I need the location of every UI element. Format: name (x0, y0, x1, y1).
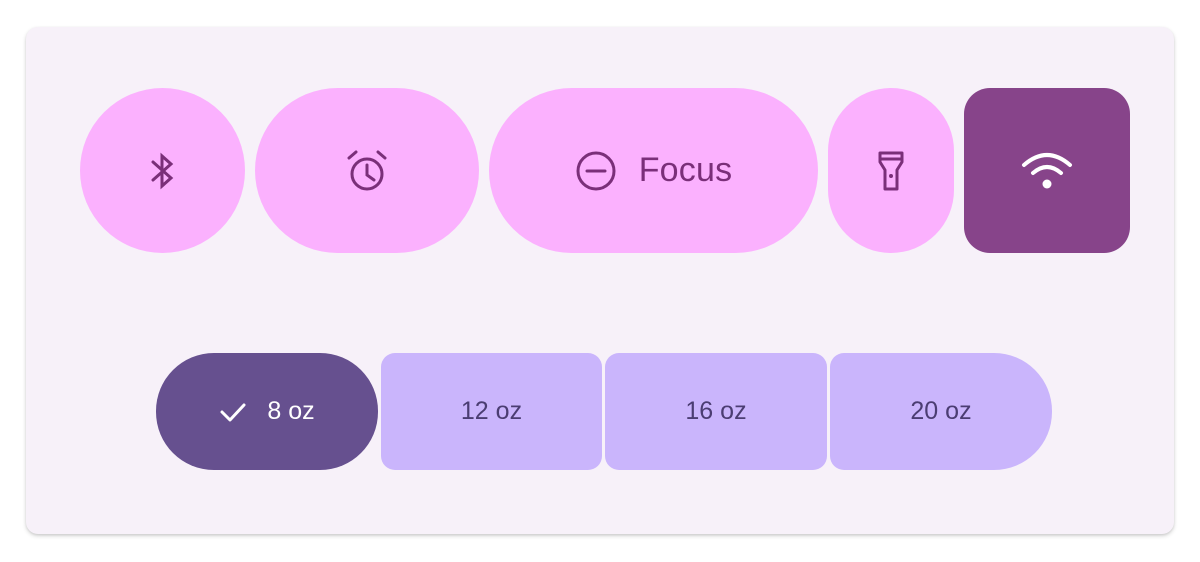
size-option-label: 12 oz (460, 397, 523, 425)
check-icon (219, 401, 247, 423)
flashlight-icon (876, 150, 906, 192)
size-option-label: 20 oz (910, 397, 972, 425)
size-option-label: 16 oz (685, 397, 747, 425)
size-option-12oz[interactable]: 12 oz (381, 353, 602, 470)
flashlight-toggle-button[interactable] (828, 88, 954, 253)
focus-label: Focus (638, 151, 733, 189)
do-not-disturb-icon (575, 150, 617, 192)
bluetooth-toggle-button[interactable] (80, 88, 245, 253)
alarm-icon (344, 148, 390, 194)
size-option-label: 8 oz (267, 397, 315, 425)
size-option-8oz[interactable]: 8 oz (156, 353, 378, 470)
size-option-16oz[interactable]: 16 oz (605, 353, 827, 470)
alarm-toggle-button[interactable] (255, 88, 479, 253)
wifi-icon (1021, 151, 1073, 191)
size-option-20oz[interactable]: 20 oz (830, 353, 1052, 470)
wifi-toggle-button[interactable] (964, 88, 1130, 253)
bluetooth-icon (148, 151, 178, 191)
focus-toggle-button[interactable]: Focus (489, 88, 818, 253)
